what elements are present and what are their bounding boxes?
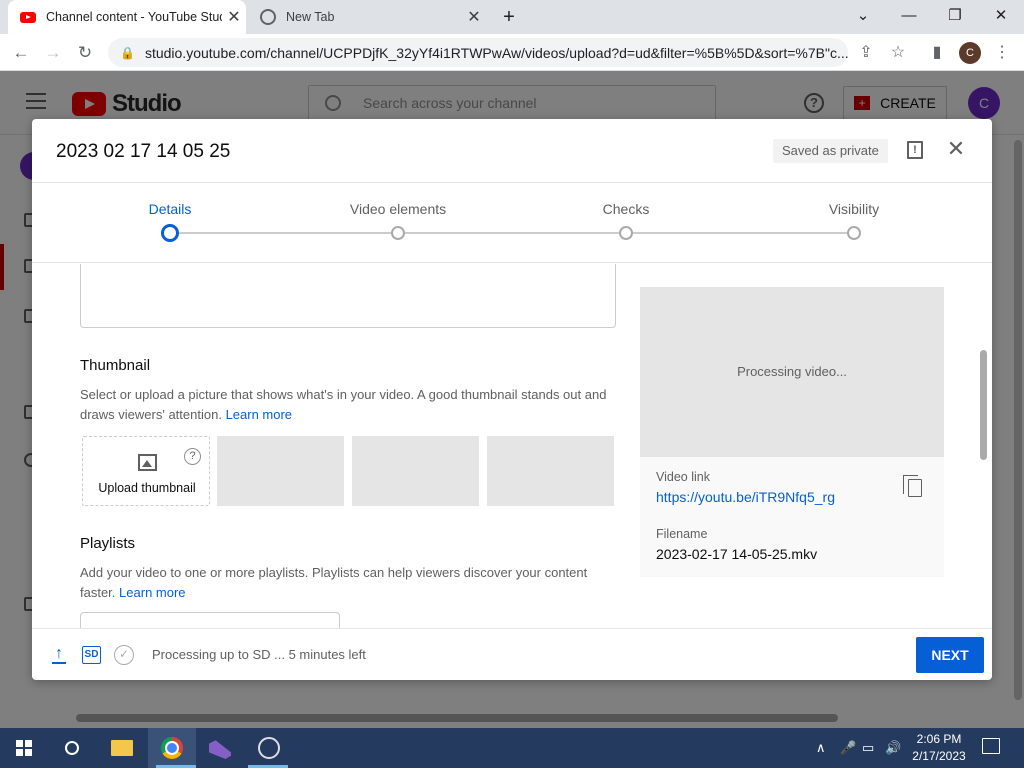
video-preview-card: Processing video... Video link https://y… [640,287,944,577]
thumbnail-description: Select or upload a picture that shows wh… [80,387,607,422]
step-video-elements[interactable]: Video elements [328,201,468,217]
lock-icon: 🔒 [120,45,135,60]
upload-arrow-icon: ↑ [52,646,66,664]
tray-chevron-icon[interactable]: ∧ [816,728,826,768]
taskbar: ∧ 🎤 ▭ 🔊 [0,728,1024,768]
network-icon[interactable]: ▭ [862,728,874,768]
step-dot-checks[interactable] [619,226,633,240]
playlists-description: Add your video to one or more playlists.… [80,565,588,600]
dialog-scrollbar[interactable] [980,350,987,460]
step-visibility[interactable]: Visibility [784,201,924,217]
chrome-taskbar-button[interactable] [148,728,196,768]
close-tab-icon[interactable]: ✕ [222,7,246,27]
filename-label: Filename [656,527,708,541]
microphone-icon[interactable]: 🎤 [840,728,856,768]
upload-thumbnail-button[interactable]: ? Upload thumbnail [82,436,210,506]
copy-icon[interactable] [903,475,922,497]
back-arrow-icon[interactable]: ← [10,42,32,64]
step-dot-visibility[interactable] [847,226,861,240]
visual-studio-taskbar-button[interactable] [196,728,244,768]
auto-thumbnail-2[interactable] [352,436,479,506]
close-tab-icon[interactable]: ✕ [462,7,486,27]
auto-thumbnail-1[interactable] [217,436,344,506]
tab-title: New Tab [286,10,335,24]
video-link[interactable]: https://youtu.be/iTR9Nfq5_rg [656,489,835,505]
sd-quality-icon: SD [82,646,101,664]
dialog-title: 2023 02 17 14 05 25 [56,141,231,162]
share-icon[interactable]: ⇪ [855,42,877,64]
description-textarea[interactable] [80,264,616,328]
maximize-button[interactable]: ❐ [932,0,978,34]
video-link-label: Video link [656,470,710,484]
upload-stepper: Details Video elements Checks Visibility [32,182,992,263]
stepper-line [170,232,854,234]
taskbar-search-button[interactable] [48,728,96,768]
forward-arrow-icon[interactable]: → [42,42,64,64]
address-bar[interactable]: 🔒 studio.youtube.com/channel/UCPPDjfK_32… [108,38,848,67]
tab-title: Channel content - YouTube Studio [46,10,222,24]
dialog-content: Thumbnail Select or upload a picture tha… [32,264,992,628]
obs-taskbar-button[interactable] [245,728,293,768]
upload-dialog: 2023 02 17 14 05 25 Saved as private ! ✕… [32,119,992,680]
thumbnail-title: Thumbnail [80,357,151,374]
file-explorer-button[interactable] [98,728,146,768]
search-icon [65,741,79,755]
help-icon[interactable]: ? [184,448,201,465]
youtube-favicon-icon [20,11,36,23]
folder-icon [111,740,133,756]
windows-logo-icon [16,740,32,756]
filename-value: 2023-02-17 14-05-25.mkv [656,546,818,562]
playlist-select[interactable] [80,612,340,628]
obs-icon [258,737,280,759]
playlists-learn-more-link[interactable]: Learn more [119,585,185,600]
url-text: studio.youtube.com/channel/UCPPDjfK_32yY… [144,44,848,61]
step-dot-video-elements[interactable] [391,226,405,240]
next-button[interactable]: NEXT [916,637,984,673]
step-dot-details[interactable] [161,224,179,242]
tab-search-chevron-icon[interactable]: ⌄ [840,0,886,34]
bookmark-star-icon[interactable]: ☆ [887,42,909,64]
close-dialog-icon[interactable]: ✕ [944,137,968,161]
volume-icon[interactable]: 🔊 [885,728,901,768]
chrome-icon [161,737,183,759]
tab-youtube-studio[interactable]: Channel content - YouTube Studio ✕ [8,0,246,34]
step-details[interactable]: Details [100,201,240,217]
new-tab-button[interactable]: + [498,6,520,28]
profile-avatar[interactable]: C [959,42,981,64]
saved-status-badge: Saved as private [773,139,888,163]
check-circle-icon: ✓ [114,645,134,665]
clock-time: 2:06 PM [916,732,962,746]
upload-thumbnail-label: Upload thumbnail [98,481,196,495]
playlists-title: Playlists [80,535,136,552]
side-panel-icon[interactable]: ▮ [926,42,948,64]
step-checks[interactable]: Checks [556,201,696,217]
close-window-button[interactable]: ✕ [978,0,1024,34]
tab-new-tab[interactable]: New Tab ✕ [248,0,486,34]
dialog-footer: ↑ SD ✓ Processing up to SD ... 5 minutes… [32,628,992,680]
add-photo-icon [138,454,157,471]
auto-thumbnail-3[interactable] [487,436,614,506]
reload-icon[interactable]: ↻ [74,42,96,64]
start-button[interactable] [0,728,48,768]
thumbnail-learn-more-link[interactable]: Learn more [226,407,292,422]
visual-studio-icon [209,740,231,759]
processing-video-placeholder: Processing video... [640,287,944,457]
browser-toolbar: ← → ↻ 🔒 studio.youtube.com/channel/UCPPD… [0,34,1024,71]
clock-date: 2/17/2023 [912,749,966,763]
taskbar-clock[interactable]: 2:06 PM 2/17/2023 [906,731,972,765]
globe-icon [260,9,276,25]
processing-status: Processing up to SD ... 5 minutes left [152,647,366,662]
notification-icon[interactable] [982,738,1000,754]
report-issue-icon[interactable]: ! [907,141,923,159]
menu-dots-icon[interactable]: ⋮ [991,42,1013,64]
minimize-button[interactable]: — [886,0,932,34]
